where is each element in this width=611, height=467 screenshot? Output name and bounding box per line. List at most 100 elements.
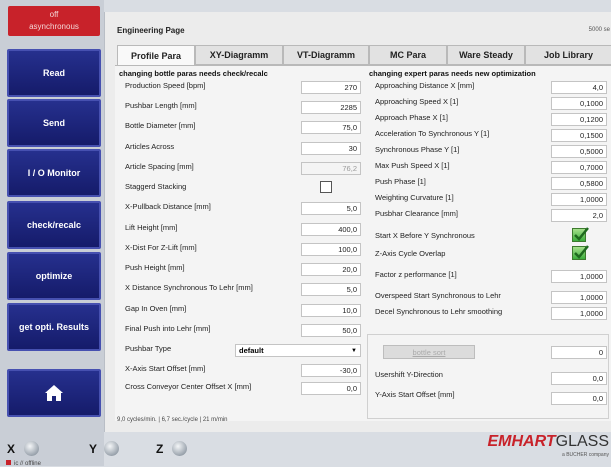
axis-z-led-icon: [172, 441, 187, 456]
decel-sync-smoothing-input[interactable]: 1,0000: [551, 307, 607, 320]
checkmark-icon: [574, 227, 589, 241]
field-label: Gap In Oven [mm]: [125, 304, 187, 313]
tab-ware-steady[interactable]: Ware Steady: [447, 45, 525, 65]
field-label: Y-Axis Start Offset [mm]: [375, 390, 455, 399]
field-label: X-Pullback Distance [mm]: [125, 202, 211, 211]
pushbar-length-input[interactable]: 2285: [301, 101, 361, 114]
gap-in-oven-input[interactable]: 10,0: [301, 304, 361, 317]
articles-across-input[interactable]: 30: [301, 142, 361, 155]
field-label: Production Speed [bpm]: [125, 81, 206, 90]
start-x-before-y-checkbox[interactable]: [572, 227, 589, 242]
tab-mc-para[interactable]: MC Para: [369, 45, 447, 65]
field-label: Approach Phase X [1]: [375, 113, 448, 122]
tab-xy-diagramm[interactable]: XY-Diagramm: [195, 45, 283, 65]
axis-y-label: Y: [89, 442, 98, 456]
synchronous-phase-y-input[interactable]: 0,5000: [551, 145, 607, 158]
home-icon: [45, 385, 63, 401]
field-label: Cross Conveyor Center Offset X [mm]: [125, 382, 252, 391]
push-height-input[interactable]: 20,0: [301, 263, 361, 276]
field-label: Push Height [mm]: [125, 263, 185, 272]
production-speed-input[interactable]: 270: [301, 81, 361, 94]
field-label: Approaching Distance X [mm]: [375, 81, 475, 90]
pushbar-clearance-input[interactable]: 2,0: [551, 209, 607, 222]
logo-brand-em: EMHART: [487, 433, 556, 450]
x-axis-start-offset-input[interactable]: -30,0: [301, 364, 361, 377]
pushbar-type-select[interactable]: default ▼: [235, 344, 361, 357]
check-recalc-button[interactable]: check/recalc: [7, 201, 101, 249]
checkmark-icon: [574, 245, 589, 259]
bottom-bar: X Y Z ic // offline EMHARTGLASS a BUCHER…: [0, 432, 611, 467]
axis-x-led-icon: [24, 441, 39, 456]
right-section-heading: changing expert paras needs new optimiza…: [369, 69, 536, 78]
acceleration-sync-y-input[interactable]: 0,1500: [551, 129, 607, 142]
logo-subtitle: a BUCHER company: [562, 452, 609, 458]
field-label: Articles Across: [125, 142, 175, 151]
y-axis-start-offset-input[interactable]: 0,0: [551, 392, 607, 405]
approach-phase-x-input[interactable]: 0,1200: [551, 113, 607, 126]
field-label: Staggerd Stacking: [125, 182, 187, 191]
tab-bar: Profile Para XY-Diagramm VT-Diagramm MC …: [117, 45, 611, 66]
bottle-sort-button[interactable]: bottle sort: [383, 345, 475, 359]
home-button[interactable]: [7, 369, 101, 417]
x-pullback-distance-input[interactable]: 5,0: [301, 202, 361, 215]
field-label: Max Push Speed X [1]: [375, 161, 450, 170]
cross-conveyor-offset-input[interactable]: 0,0: [301, 382, 361, 395]
x-dist-z-lift-input[interactable]: 100,0: [301, 243, 361, 256]
final-push-lehr-input[interactable]: 50,0: [301, 324, 361, 337]
usershift-y-input[interactable]: 0,0: [551, 372, 607, 385]
field-label: Factor z performance [1]: [375, 270, 457, 279]
field-label: X Distance Synchronous To Lehr [mm]: [125, 283, 253, 292]
field-label: Acceleration To Synchronous Y [1]: [375, 129, 490, 138]
axis-x-label: X: [7, 442, 16, 456]
connection-status-text: ic // offline: [14, 461, 41, 467]
offline-indicator-icon: [6, 460, 11, 465]
page-title: Engineering Page: [117, 26, 185, 35]
approaching-distance-x-input[interactable]: 4,0: [551, 81, 607, 94]
emhart-logo: EMHARTGLASS: [487, 433, 609, 451]
cycle-info: 9,0 cycles/min. | 6,7 sec./cycle | 21 m/…: [117, 417, 228, 423]
weighting-curvature-input[interactable]: 1,0000: [551, 193, 607, 206]
bottle-diameter-input[interactable]: 75,0: [301, 121, 361, 134]
io-monitor-button[interactable]: I / O Monitor: [7, 149, 101, 197]
tab-vt-diagramm[interactable]: VT-Diagramm: [283, 45, 369, 65]
field-label: Approaching Speed X [1]: [375, 97, 459, 106]
lift-height-input[interactable]: 400,0: [301, 223, 361, 236]
page-code: 5000 se: [588, 27, 610, 33]
read-button[interactable]: Read: [7, 49, 101, 97]
staggerd-stacking-checkbox[interactable]: [320, 181, 332, 193]
push-phase-input[interactable]: 0,5800: [551, 177, 607, 190]
dropdown-arrow-icon: ▼: [351, 348, 357, 354]
axis-z-label: Z: [156, 442, 164, 456]
z-axis-cycle-overlap-checkbox[interactable]: [572, 245, 589, 260]
left-section-heading: changing bottle paras needs check/recalc: [119, 69, 268, 78]
field-label: Pushbar Length [mm]: [125, 101, 197, 110]
approaching-speed-x-input[interactable]: 0,1000: [551, 97, 607, 110]
mode-status: off asynchronous: [8, 6, 100, 36]
field-label: Overspeed Start Synchronous to Lehr: [375, 291, 501, 300]
pushbar-type-value: default: [239, 346, 264, 355]
field-label: Final Push into Lehr [mm]: [125, 324, 211, 333]
field-label: Decel Synchronous to Lehr smoothing: [375, 307, 503, 316]
field-label: Synchronous Phase Y [1]: [375, 145, 460, 154]
field-label: Pushbar Type: [125, 344, 172, 353]
sidebar: off asynchronous Read Send I / O Monitor…: [0, 0, 104, 466]
factor-z-performance-input[interactable]: 1,0000: [551, 270, 607, 283]
send-button[interactable]: Send: [7, 99, 101, 147]
field-label: X-Axis Start Offset [mm]: [125, 364, 206, 373]
profile-para-panel: changing bottle paras needs check/recalc…: [115, 65, 611, 421]
axis-y-led-icon: [104, 441, 119, 456]
field-label: Z-Axis Cycle Overlap: [375, 249, 446, 258]
bottle-sort-value[interactable]: 0: [551, 346, 607, 359]
x-distance-sync-lehr-input[interactable]: 5,0: [301, 283, 361, 296]
mode-status-line2: asynchronous: [29, 22, 79, 31]
tab-job-library[interactable]: Job Library: [525, 45, 611, 65]
tab-profile-para[interactable]: Profile Para: [117, 45, 195, 66]
overspeed-start-sync-input[interactable]: 1,0000: [551, 291, 607, 304]
max-push-speed-x-input[interactable]: 0,7000: [551, 161, 607, 174]
field-label: Pusbhar Clearance [mm]: [375, 209, 458, 218]
get-opti-results-button[interactable]: get opti. Results: [7, 303, 101, 351]
mode-status-line1: off: [49, 10, 59, 19]
field-label: Article Spacing [mm]: [125, 162, 194, 171]
field-label: Usershift Y-Direction: [375, 370, 443, 379]
optimize-button[interactable]: optimize: [7, 252, 101, 300]
